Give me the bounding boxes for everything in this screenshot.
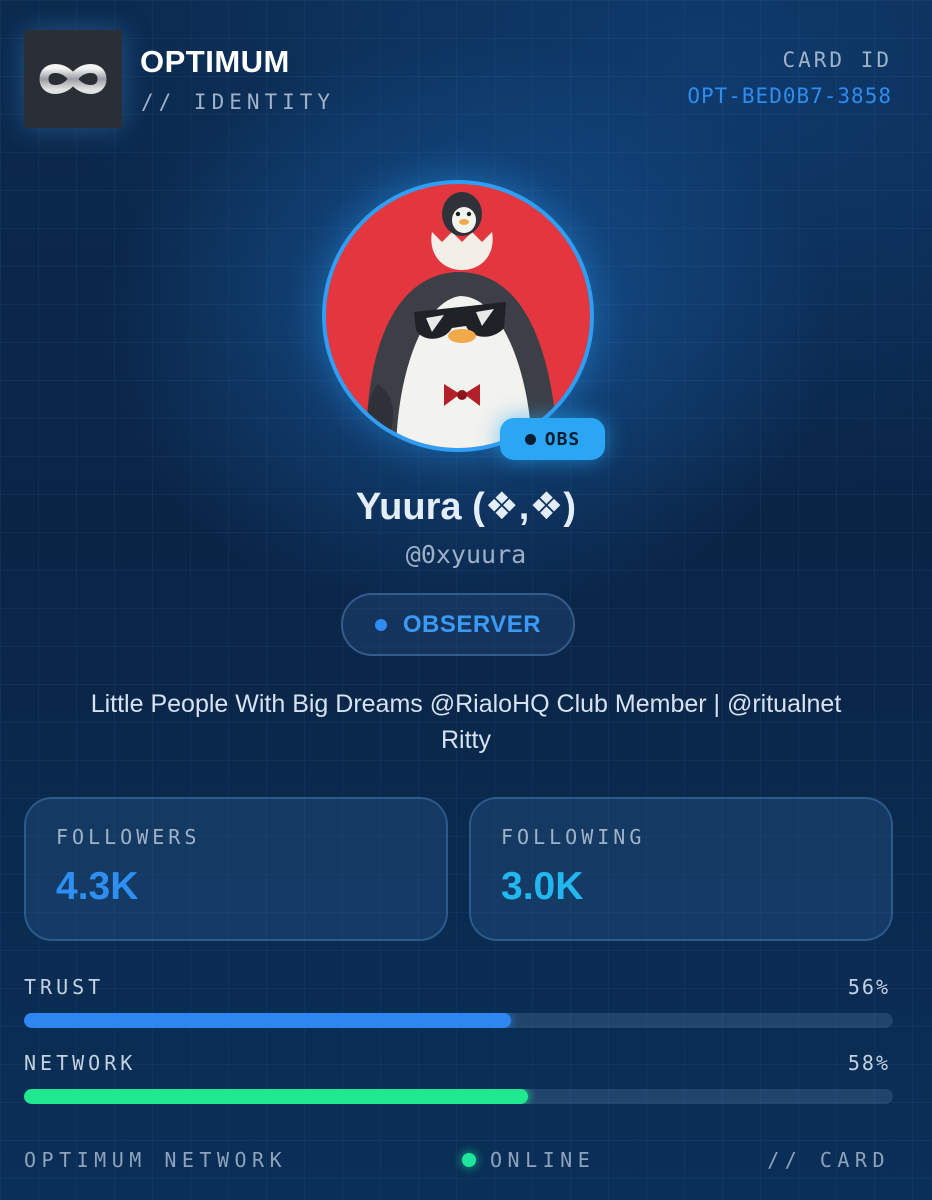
card-id-label: CARD ID bbox=[782, 48, 892, 72]
badge-label: OBS bbox=[544, 428, 581, 450]
trust-percent: 56% bbox=[847, 975, 890, 999]
trust-label: TRUST bbox=[24, 975, 105, 999]
network-label: NETWORK bbox=[24, 1051, 137, 1075]
followers-value: 4.3K bbox=[56, 865, 139, 908]
following-value: 3.0K bbox=[501, 865, 584, 908]
role-dot-icon bbox=[374, 618, 387, 631]
brand-subtitle: // IDENTITY bbox=[141, 90, 336, 114]
role-pill: OBSERVER bbox=[341, 593, 575, 656]
infinity-icon bbox=[39, 64, 107, 94]
penguin-avatar bbox=[366, 192, 558, 448]
online-status: ONLINE bbox=[462, 1148, 595, 1172]
status-badge: OBS bbox=[500, 418, 605, 460]
following-card[interactable]: FOLLOWING 3.0K bbox=[469, 797, 893, 941]
logo-tile bbox=[24, 30, 122, 128]
trust-bar bbox=[24, 1013, 893, 1028]
card-id-value: OPT-BED0B7-3858 bbox=[687, 84, 892, 108]
followers-label: FOLLOWERS bbox=[56, 825, 201, 849]
trust-bar-fill bbox=[24, 1013, 511, 1028]
avatar[interactable] bbox=[322, 180, 594, 452]
bio-text: Little People With Big Dreams @RialoHQ C… bbox=[90, 690, 842, 754]
followers-card[interactable]: FOLLOWERS 4.3K bbox=[24, 797, 448, 941]
network-percent: 58% bbox=[847, 1051, 890, 1075]
display-name: Yuura (❖,❖) bbox=[355, 486, 577, 528]
badge-dot-icon bbox=[524, 433, 536, 445]
brand-title: OPTIMUM bbox=[140, 44, 290, 79]
network-bar-fill bbox=[24, 1089, 529, 1104]
online-label: ONLINE bbox=[490, 1148, 596, 1172]
online-dot-icon bbox=[462, 1153, 476, 1167]
network-bar bbox=[24, 1089, 893, 1104]
footer-network-label: OPTIMUM NETWORK bbox=[24, 1148, 288, 1172]
footer-card-label: // CARD bbox=[767, 1148, 890, 1172]
following-label: FOLLOWING bbox=[501, 825, 646, 849]
role-label: OBSERVER bbox=[402, 610, 542, 638]
user-handle[interactable]: @0xyuura bbox=[0, 540, 932, 569]
identity-card: OPTIMUM // IDENTITY CARD ID OPT-BED0B7-3… bbox=[0, 0, 932, 1200]
